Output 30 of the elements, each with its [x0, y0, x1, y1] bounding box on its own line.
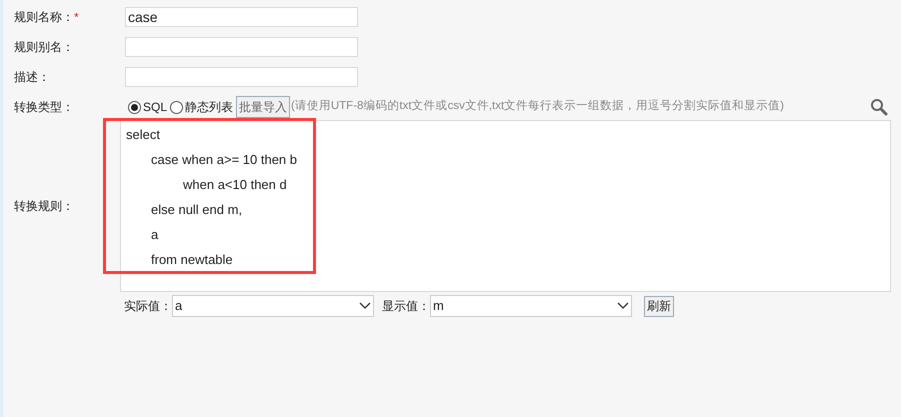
code-line: a [151, 226, 158, 244]
search-icon[interactable] [870, 98, 888, 116]
text-field[interactable] [125, 37, 358, 57]
field-label: 规则名称： [14, 9, 74, 26]
radio-button[interactable] [170, 100, 184, 114]
chevron-down-icon [617, 302, 629, 310]
actual-value-select[interactable]: a [172, 295, 374, 317]
import-button[interactable]: 批量导入 [236, 96, 290, 118]
field-label: 显示值： [382, 298, 430, 315]
field-label: 转换规则： [14, 199, 74, 213]
radio-label: SQL [143, 99, 168, 116]
field-label: 规则别名： [14, 39, 74, 56]
code-line: from newtable [151, 251, 233, 269]
text-field[interactable] [125, 67, 358, 87]
chevron-down-icon [359, 302, 371, 310]
text-field[interactable]: case [125, 7, 358, 27]
code-line: case when a>= 10 then b [151, 151, 298, 169]
display-value-select[interactable]: m [430, 295, 632, 317]
hint-text: (请使用UTF-8编码的txt文件或csv文件,txt文件每行表示一组数据，用逗号分割实际值和显示值) [291, 98, 784, 114]
refresh-button[interactable]: 刷新 [644, 296, 674, 316]
required-mark: * [74, 9, 79, 26]
field-label: 实际值： [124, 298, 172, 315]
sql-editor[interactable]: select case when a>= 10 then b when a<10 then d else null end m, a from newtable [120, 120, 891, 292]
code-line: else null end m, [151, 201, 242, 219]
code-line: when a<10 then d [183, 176, 287, 194]
radio-button[interactable] [128, 100, 141, 114]
code-line: select [126, 126, 160, 144]
field-label: 转换类型： [14, 100, 74, 114]
radio-label: 静态列表 [185, 99, 234, 116]
field-label: 描述： [14, 69, 50, 86]
